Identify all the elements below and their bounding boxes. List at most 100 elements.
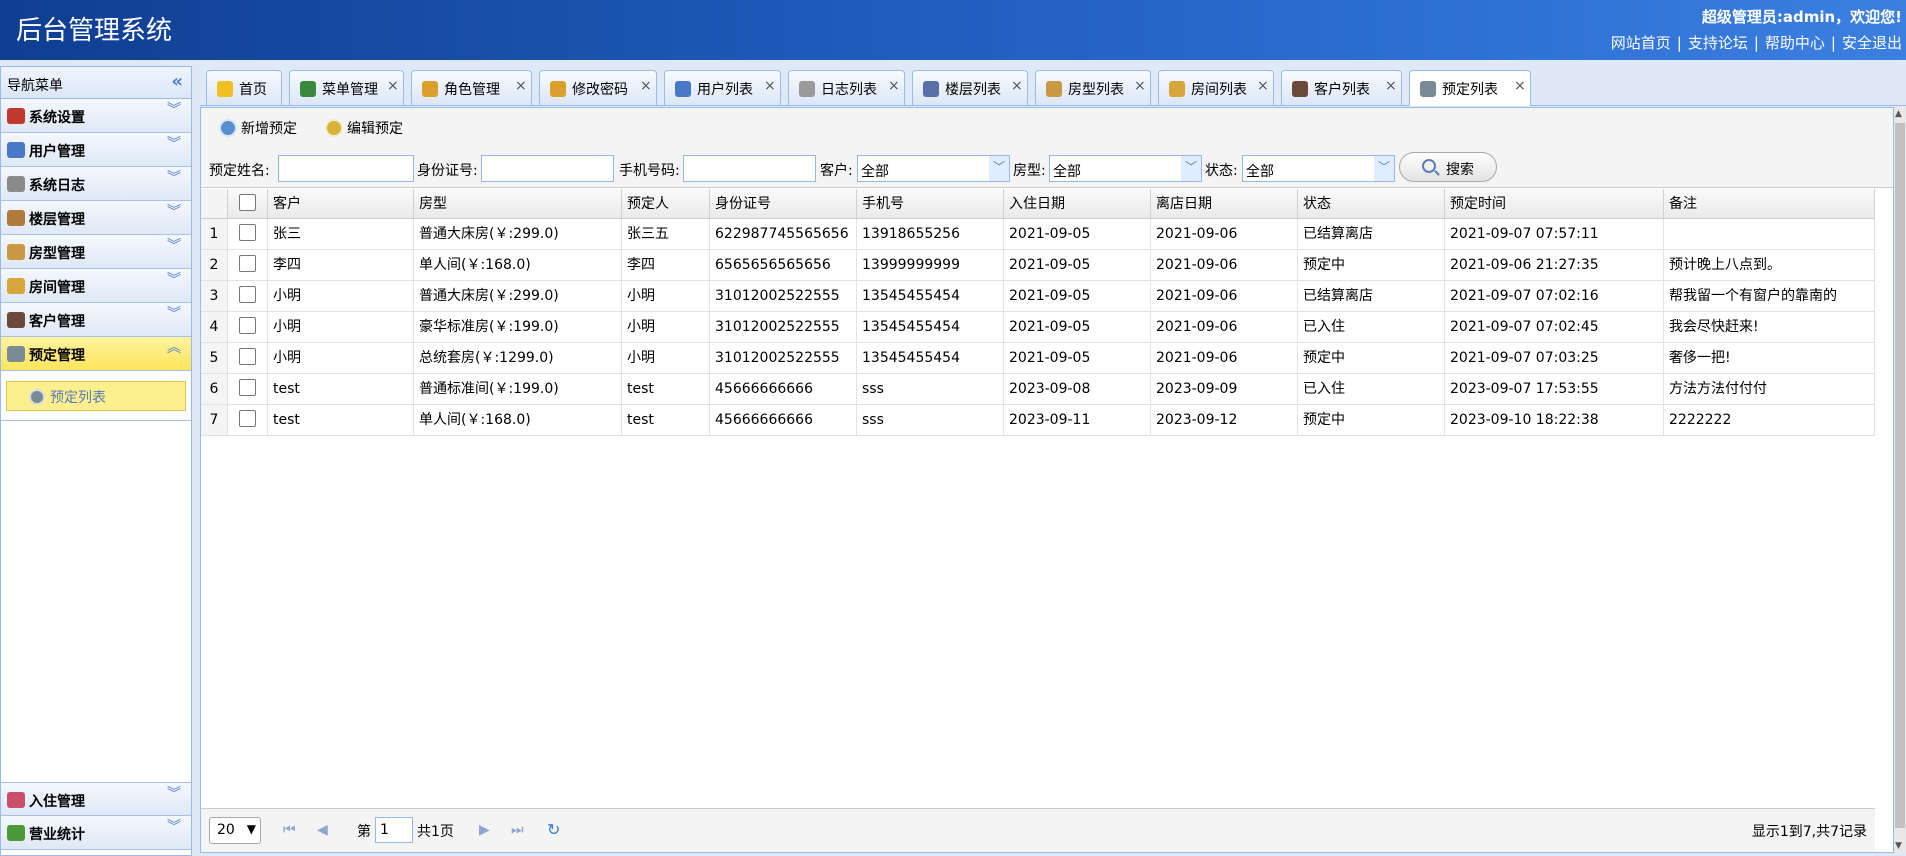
row-checkbox[interactable] bbox=[239, 255, 256, 272]
page-number-input[interactable]: 1 bbox=[375, 817, 413, 843]
bulb-icon bbox=[217, 81, 233, 97]
table-row[interactable]: 1 张三 普通大床房(￥:299.0) 张三五 622987745565656 13918… bbox=[201, 219, 1875, 250]
row-checkbox[interactable] bbox=[239, 317, 256, 334]
table-cell: 李四 bbox=[622, 250, 710, 280]
status-select[interactable]: 全部 ﹀ bbox=[1242, 155, 1395, 182]
table-row[interactable]: 3 小明 普通大床房(￥:299.0) 小明 31012002522555 1354545… bbox=[201, 281, 1875, 312]
collapse-sidebar-icon[interactable]: « bbox=[171, 71, 183, 92]
close-icon[interactable]: × bbox=[1385, 78, 1397, 94]
chevron-down-icon: ﹀ bbox=[989, 156, 1009, 181]
column-header[interactable]: 预定时间 bbox=[1445, 189, 1664, 218]
scroll-down-icon[interactable]: ▼ bbox=[1895, 841, 1902, 851]
column-header[interactable]: 状态 bbox=[1298, 189, 1445, 218]
phone-label: 手机号码: bbox=[619, 163, 680, 179]
tab-8[interactable]: 房型列表 × bbox=[1035, 70, 1151, 105]
table-cell: 小明 bbox=[622, 312, 710, 342]
sidebar-item-6[interactable]: 房间管理 ︾ bbox=[1, 269, 191, 303]
column-header[interactable]: 备注 bbox=[1664, 189, 1875, 218]
link-help[interactable]: 帮助中心 bbox=[1765, 34, 1825, 52]
table-row[interactable]: 4 小明 豪华标准房(￥:199.0) 小明 31012002522555 1354545… bbox=[201, 312, 1875, 343]
close-icon[interactable]: × bbox=[1514, 78, 1526, 94]
edit-booking-button[interactable]: 编辑预定 bbox=[325, 118, 403, 138]
search-button[interactable]: 搜索 bbox=[1399, 152, 1497, 182]
table-row[interactable]: 7 test 单人间(￥:168.0) test 45666666666 sss 2023-… bbox=[201, 405, 1875, 436]
table-cell: 2023-09-11 bbox=[1004, 405, 1151, 435]
checkin-icon bbox=[7, 792, 25, 808]
vertical-scrollbar[interactable]: ▲ ▼ bbox=[1894, 107, 1906, 853]
sidebar-item-3[interactable]: 系统日志 ︾ bbox=[1, 167, 191, 201]
roomtype-select[interactable]: 全部 ﹀ bbox=[1049, 155, 1202, 182]
row-number-header bbox=[201, 189, 228, 218]
close-icon[interactable]: × bbox=[515, 78, 527, 94]
row-checkbox[interactable] bbox=[239, 348, 256, 365]
sidebar-item-4[interactable]: 楼层管理 ︾ bbox=[1, 201, 191, 235]
sidebar-title: 导航菜单 bbox=[7, 78, 63, 94]
page-size-select[interactable]: 20 ▼ bbox=[209, 817, 261, 844]
tab-9[interactable]: 房间列表 × bbox=[1158, 70, 1274, 105]
tab-10[interactable]: 客户列表 × bbox=[1281, 70, 1402, 105]
close-icon[interactable]: × bbox=[1134, 78, 1146, 94]
yen-icon bbox=[7, 825, 25, 841]
link-forum[interactable]: 支持论坛 bbox=[1688, 34, 1748, 52]
row-checkbox[interactable] bbox=[239, 224, 256, 241]
tab-5[interactable]: 用户列表 × bbox=[664, 70, 781, 105]
table-row[interactable]: 2 李四 单人间(￥:168.0) 李四 6565656565656 1399999999… bbox=[201, 250, 1875, 281]
phone-input[interactable] bbox=[683, 155, 816, 182]
chevron-down-icon: ︾ bbox=[167, 102, 181, 118]
close-icon[interactable]: × bbox=[1011, 78, 1023, 94]
table-cell: sss bbox=[857, 374, 1004, 404]
tab-4[interactable]: 修改密码 × bbox=[539, 70, 657, 105]
column-header[interactable]: 预定人 bbox=[622, 189, 710, 218]
row-checkbox[interactable] bbox=[239, 286, 256, 303]
column-header[interactable]: 身份证号 bbox=[710, 189, 857, 218]
link-site-home[interactable]: 网站首页 bbox=[1611, 34, 1671, 52]
close-icon[interactable]: × bbox=[640, 78, 652, 94]
tab-1[interactable]: 首页 bbox=[206, 70, 282, 105]
sidebar-item-5[interactable]: 房型管理 ︾ bbox=[1, 235, 191, 269]
table-cell: 2021-09-07 07:57:11 bbox=[1445, 219, 1664, 249]
table-row[interactable]: 5 小明 总统套房(￥:1299.0) 小明 31012002522555 1354545… bbox=[201, 343, 1875, 374]
sidebar-item-7[interactable]: 客户管理 ︾ bbox=[1, 303, 191, 337]
table-cell: 已结算离店 bbox=[1298, 219, 1445, 249]
row-checkbox[interactable] bbox=[239, 379, 256, 396]
tab-11[interactable]: 预定列表 × bbox=[1409, 70, 1531, 106]
scrollbar-thumb[interactable] bbox=[1895, 123, 1905, 828]
table-row[interactable]: 6 test 普通标准间(￥:199.0) test 45666666666 sss 202… bbox=[201, 374, 1875, 405]
customer-select[interactable]: 全部 ﹀ bbox=[857, 155, 1010, 182]
tab-3[interactable]: 角色管理 × bbox=[411, 70, 532, 105]
users-icon bbox=[7, 142, 25, 158]
id-input[interactable] bbox=[481, 155, 614, 182]
scroll-up-icon[interactable]: ▲ bbox=[1895, 109, 1902, 119]
close-icon[interactable]: × bbox=[888, 78, 900, 94]
next-page-icon[interactable]: ▶ bbox=[479, 822, 490, 838]
add-booking-button[interactable]: 新增预定 bbox=[219, 118, 297, 138]
table-cell: 帮我留一个有窗户的靠南的 bbox=[1664, 281, 1875, 311]
first-page-icon[interactable]: ⏮ bbox=[283, 822, 296, 838]
column-header[interactable]: 入住日期 bbox=[1004, 189, 1151, 218]
row-checkbox[interactable] bbox=[239, 410, 256, 427]
link-logout[interactable]: 安全退出 bbox=[1842, 34, 1902, 52]
sidebar-bottom-item-2[interactable]: 营业统计 ︾ bbox=[1, 816, 191, 850]
sidebar-item-2[interactable]: 用户管理 ︾ bbox=[1, 133, 191, 167]
column-header[interactable]: 手机号 bbox=[857, 189, 1004, 218]
last-page-icon[interactable]: ⏭ bbox=[511, 822, 524, 838]
close-icon[interactable]: × bbox=[764, 78, 776, 94]
sidebar-item-8[interactable]: 预定管理 ︽ bbox=[1, 337, 191, 371]
house-icon bbox=[7, 210, 25, 226]
sidebar-item-1[interactable]: 系统设置 ︾ bbox=[1, 99, 191, 133]
row-select-cell bbox=[228, 405, 268, 435]
column-header[interactable]: 客户 bbox=[268, 189, 414, 218]
refresh-icon[interactable]: ↻ bbox=[547, 820, 560, 839]
select-all-checkbox[interactable] bbox=[239, 194, 256, 211]
tab-6[interactable]: 日志列表 × bbox=[788, 70, 905, 105]
column-header[interactable]: 离店日期 bbox=[1151, 189, 1298, 218]
column-header[interactable]: 房型 bbox=[414, 189, 622, 218]
close-icon[interactable]: × bbox=[387, 78, 399, 94]
prev-page-icon[interactable]: ◀ bbox=[317, 822, 328, 838]
tab-7[interactable]: 楼层列表 × bbox=[912, 70, 1028, 105]
tab-2[interactable]: 菜单管理 × bbox=[289, 70, 404, 105]
close-icon[interactable]: × bbox=[1257, 78, 1269, 94]
sidebar-bottom-item-1[interactable]: 入住管理 ︾ bbox=[1, 782, 191, 816]
name-input[interactable] bbox=[278, 155, 414, 182]
sidebar-subitem-booking-list[interactable]: 预定列表 bbox=[6, 381, 186, 411]
